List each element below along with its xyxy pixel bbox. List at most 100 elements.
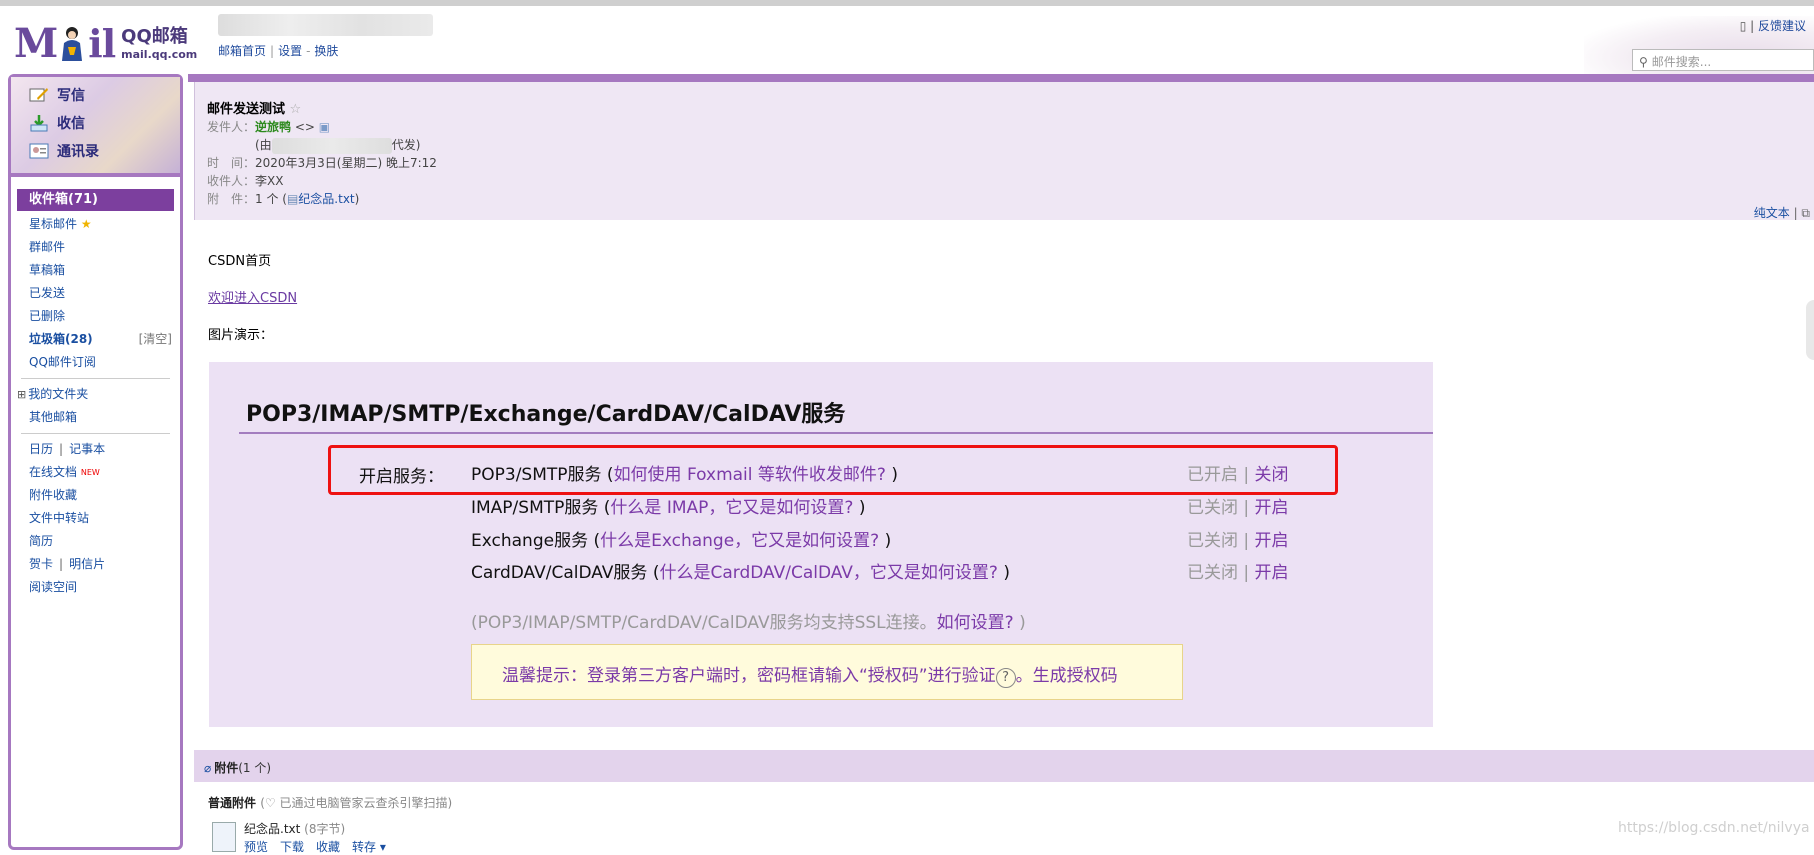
attachment-section: 普通附件 (♡ 已通过电脑管家云查杀引擎扫描): [208, 794, 452, 811]
star-outline-icon[interactable]: ☆: [290, 102, 302, 117]
service-row: Exchange服务 (什么是Exchange，它又是如何设置? ): [471, 526, 891, 551]
file-transfer-link[interactable]: 文件中转站: [15, 507, 176, 530]
greeting-card-link[interactable]: 贺卡: [29, 557, 53, 571]
skin-link[interactable]: 换肤: [314, 44, 338, 58]
folder-junk[interactable]: 垃圾箱(28) [清空]: [15, 328, 176, 351]
ssl-help-link: 如何设置?: [936, 613, 1014, 633]
reading-space-link[interactable]: 阅读空间: [15, 576, 176, 599]
attachment-file-size: (8字节): [304, 822, 346, 836]
service-status: 已关闭 | 开启: [1187, 526, 1289, 551]
txt-file-icon[interactable]: [212, 822, 236, 852]
time-row: 时 间：2020年3月3日(星期二) 晚上7:12: [207, 154, 437, 171]
plain-text-link[interactable]: 纯文本 | ⧉: [1754, 204, 1810, 221]
status-text: 已开启: [1187, 465, 1238, 485]
download-button[interactable]: 下载: [280, 840, 304, 854]
contacts-icon: [29, 143, 49, 159]
service-help-link: 什么是CardDAV/CalDAV，它又是如何设置?: [659, 563, 998, 583]
recipient-row: 收件人：李XX: [207, 172, 283, 189]
recipient-value[interactable]: 李XX: [255, 174, 283, 188]
service-help-link: 如何使用 Foxmail 等软件收发邮件?: [613, 465, 886, 485]
time-label: 时 间：: [207, 156, 256, 170]
top-links: 邮箱首页 | 设置 - 换肤: [218, 44, 339, 58]
receive-icon: [30, 115, 48, 132]
attachment-favorites-link[interactable]: 附件收藏: [15, 484, 176, 507]
folder-inbox[interactable]: 收件箱(71): [17, 189, 174, 211]
folder-other-mail[interactable]: 其他邮箱: [15, 406, 176, 429]
csdn-link[interactable]: 欢迎进入CSDN: [208, 287, 297, 306]
folder-subscription[interactable]: QQ邮件订阅: [15, 351, 176, 374]
settings-link[interactable]: 设置: [278, 44, 302, 58]
online-docs-link[interactable]: 在线文档 NEW: [15, 461, 176, 484]
attachment-file: 纪念品.txt (8字节): [244, 820, 345, 837]
calendar-link[interactable]: 日历: [29, 442, 53, 456]
postcard-link[interactable]: 明信片: [69, 557, 105, 571]
status-text: 已关闭: [1187, 498, 1238, 518]
scan-note: (♡ 已通过电脑管家云查杀引擎扫描): [260, 796, 453, 810]
attachment-count: 1 个 (: [255, 192, 287, 206]
compose-icon: [29, 88, 48, 102]
logo-m: M: [14, 20, 58, 67]
receive-button[interactable]: 收信: [29, 113, 85, 133]
time-value: 2020年3月3日(星期二) 晚上7:12: [255, 156, 437, 170]
logo[interactable]: M il QQ邮箱 mail.qq.com: [14, 20, 197, 67]
folder-starred-label: 星标邮件: [29, 217, 78, 231]
sidebar-actions: 写信 收信 通讯录: [11, 77, 180, 177]
feedback-link[interactable]: 反馈建议: [1758, 19, 1806, 33]
service-name: IMAP/SMTP服务 (: [471, 498, 611, 518]
save-to-button[interactable]: 转存 ▾: [352, 840, 386, 854]
mail-subject: 邮件发送测试 ☆: [207, 98, 301, 117]
preview-button[interactable]: 预览: [244, 840, 268, 854]
notes-link[interactable]: 记事本: [69, 442, 105, 456]
service-action: 开启: [1254, 498, 1289, 518]
attachment-label: 附 件：: [207, 192, 256, 206]
help-icon: ?: [995, 668, 1016, 688]
mail-view-border: [188, 74, 1814, 82]
service-close-paren: ): [885, 465, 898, 485]
mail-home-link[interactable]: 邮箱首页: [218, 44, 266, 58]
sender-address: <>: [294, 120, 315, 134]
receive-label: 收信: [57, 116, 85, 132]
service-help-link: 什么是 IMAP，它又是如何设置?: [610, 498, 854, 518]
attachment-file-name[interactable]: 纪念品.txt: [244, 822, 300, 836]
service-status: 已关闭 | 开启: [1187, 558, 1289, 583]
folder-group[interactable]: 群邮件: [15, 236, 176, 259]
junk-clear-button[interactable]: [清空]: [139, 328, 172, 351]
mail-header: 邮件发送测试 ☆ 发件人：逆旅鸭 <> ▣ (由 代发) 时 间：2020年3月3…: [194, 82, 1814, 220]
attachment-link[interactable]: 纪念品.txt: [298, 192, 354, 206]
vcard-icon[interactable]: ▣: [319, 120, 330, 134]
recipient-label: 收件人：: [207, 174, 256, 188]
phone-icon[interactable]: ▯: [1740, 19, 1747, 33]
contacts-button[interactable]: 通讯录: [29, 141, 99, 161]
expand-icon[interactable]: ⊞: [17, 388, 26, 401]
subject-text: 邮件发送测试: [207, 102, 286, 117]
service-row: IMAP/SMTP服务 (什么是 IMAP，它又是如何设置? ): [471, 493, 865, 518]
folder-starred[interactable]: 星标邮件 ★: [15, 213, 176, 236]
resume-link[interactable]: 简历: [15, 530, 176, 553]
proxy-suffix: 代发): [391, 138, 421, 152]
logo-url: mail.qq.com: [121, 47, 198, 61]
attachment-bar: ⌀ 附件(1 个): [194, 750, 1814, 782]
logo-text: QQ邮箱 mail.qq.com: [121, 25, 198, 61]
folder-deleted[interactable]: 已删除: [15, 305, 176, 328]
sender-row: 发件人：逆旅鸭 <> ▣: [207, 118, 330, 135]
logo-title: QQ邮箱: [121, 25, 188, 47]
favorite-button[interactable]: 收藏: [316, 840, 340, 854]
compose-label: 写信: [57, 88, 85, 104]
attachment-bar-label: 附件: [214, 761, 239, 775]
new-badge: NEW: [80, 468, 100, 477]
folder-drafts[interactable]: 草稿箱: [15, 259, 176, 282]
folder-my-folders[interactable]: ⊞ 我的文件夹: [15, 383, 176, 406]
service-close-paren: ): [853, 498, 866, 518]
ssl-text: (POP3/IMAP/SMTP/CardDAV/CalDAV服务均支持SSL连接…: [471, 613, 937, 633]
folder-sent[interactable]: 已发送: [15, 282, 176, 305]
compose-button[interactable]: 写信: [29, 85, 85, 105]
attachment-row: 附 件：1 个 (▤纪念品.txt): [207, 190, 359, 207]
sender-name[interactable]: 逆旅鸭: [255, 120, 291, 134]
file-icon: ▤: [286, 192, 299, 206]
search-input[interactable]: ⚲ 邮件搜索...: [1632, 49, 1814, 71]
scroll-handle[interactable]: [1806, 300, 1814, 360]
header: M il QQ邮箱 mail.qq.com 邮箱首页 | 设置 - 换肤 ▯ | 反馈建…: [0, 6, 1814, 76]
service-close-paren: ): [997, 563, 1010, 583]
image-divider: [239, 432, 1433, 434]
search-placeholder: 邮件搜索...: [1651, 55, 1712, 69]
